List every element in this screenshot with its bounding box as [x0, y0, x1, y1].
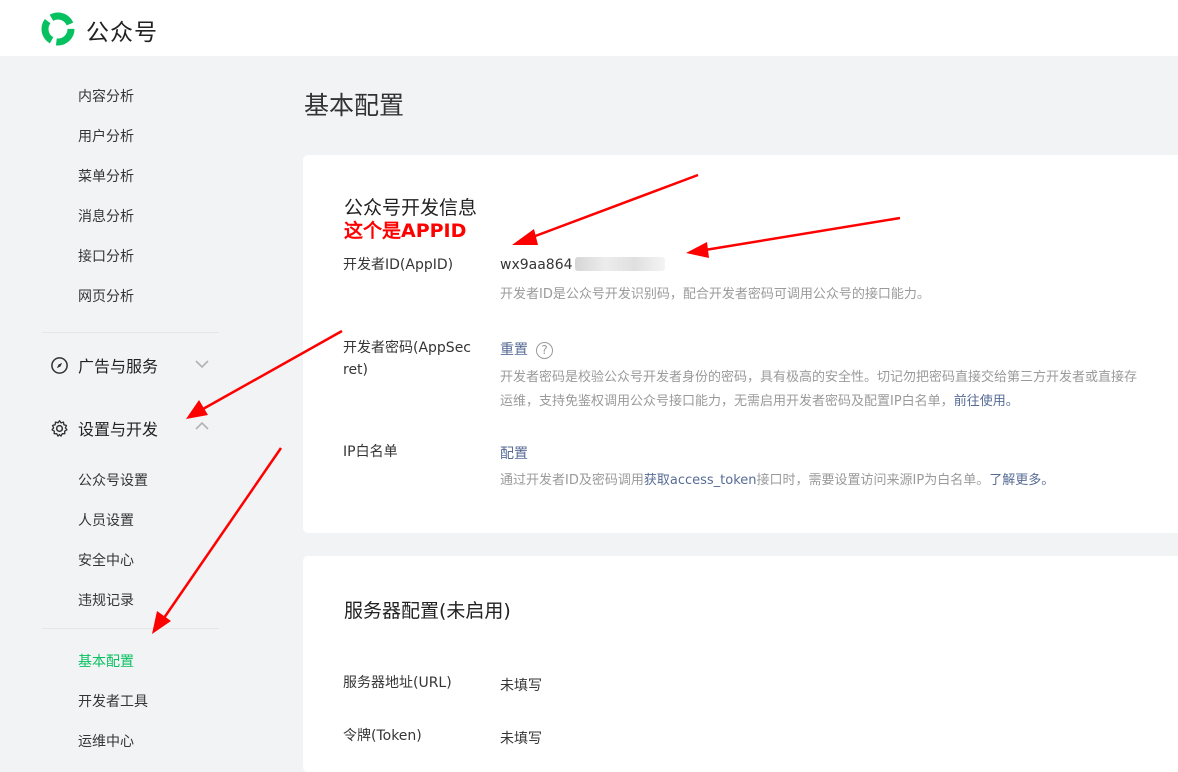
sidebar-item-menu-analysis[interactable]: 菜单分析 [78, 166, 134, 186]
sidebar-item-content-analysis[interactable]: 内容分析 [78, 86, 134, 106]
appsecret-actions: 重置? [500, 339, 553, 359]
appid-value-row: wx9aa864 [500, 257, 665, 273]
sidebar-item-violation-records[interactable]: 违规记录 [78, 590, 134, 610]
ip-whitelist-description: 通过开发者ID及密码调用获取access_token接口时，需要设置访问来源IP… [500, 469, 1054, 493]
sidebar-group-ads-services[interactable]: 广告与服务 [50, 353, 158, 377]
appid-label: 开发者ID(AppID) [343, 257, 454, 273]
chevron-down-icon[interactable] [193, 355, 211, 373]
brand-name[interactable]: 公众号 [86, 13, 158, 47]
sidebar-group-label: 广告与服务 [78, 357, 159, 376]
sidebar-group-label: 设置与开发 [78, 420, 159, 439]
sidebar-divider [42, 332, 219, 333]
sidebar-item-webpage-analysis[interactable]: 网页分析 [78, 286, 134, 306]
top-bar: 公众号 [0, 0, 1178, 56]
appsecret-description: 开发者密码是校验公众号开发者身份的密码，具有极高的安全性。切记勿把密码直接交给第… [500, 366, 1137, 414]
sidebar-item-basic-config[interactable]: 基本配置 [78, 651, 134, 671]
appsecret-desc-line2: 运维，支持免鉴权调用公众号接口能力，无需启用开发者密码及配置IP白名单，前往使用… [500, 390, 1137, 414]
sidebar-item-developer-tools[interactable]: 开发者工具 [78, 691, 148, 711]
sidebar-item-api-analysis[interactable]: 接口分析 [78, 246, 134, 266]
appid-value[interactable]: wx9aa864 [500, 257, 573, 273]
sidebar-item-personnel-settings[interactable]: 人员设置 [78, 510, 134, 530]
ip-whitelist-actions: 配置 [500, 443, 528, 463]
appsecret-label-line2: ret) [343, 362, 369, 378]
ip-whitelist-label: IP白名单 [343, 444, 398, 460]
ip-desc-post: 接口时，需要设置访问来源IP为白名单。 [756, 473, 990, 488]
sidebar-divider [42, 628, 219, 629]
sidebar-group-settings-dev[interactable]: 设置与开发 [50, 416, 158, 440]
appid-annotation: 这个是APPID [344, 220, 467, 242]
sidebar-item-user-analysis[interactable]: 用户分析 [78, 126, 134, 146]
go-use-link[interactable]: 前往使用。 [954, 394, 1019, 409]
appsecret-label-line1: 开发者密码(AppSec [343, 340, 472, 356]
appsecret-desc-line2-text: 运维，支持免鉴权调用公众号接口能力，无需启用开发者密码及配置IP白名单， [500, 394, 954, 409]
ip-desc-pre: 通过开发者ID及密码调用 [500, 473, 644, 488]
sidebar-item-account-settings[interactable]: 公众号设置 [78, 470, 148, 490]
sidebar [0, 56, 270, 772]
reset-secret-link[interactable]: 重置 [500, 342, 528, 358]
question-circle-icon[interactable]: ? [536, 342, 553, 359]
configure-ip-link[interactable]: 配置 [500, 446, 528, 462]
server-url-label: 服务器地址(URL) [343, 675, 452, 691]
sidebar-item-ops-center[interactable]: 运维中心 [78, 731, 134, 751]
appsecret-desc-line1: 开发者密码是校验公众号开发者身份的密码，具有极高的安全性。切记勿把密码直接交给第… [500, 370, 1138, 385]
token-value: 未填写 [500, 731, 542, 747]
page-title: 基本配置 [304, 91, 405, 120]
wechat-official-account-logo-icon[interactable] [40, 11, 76, 47]
server-url-value: 未填写 [500, 678, 542, 694]
gear-icon [51, 419, 68, 437]
token-label: 令牌(Token) [343, 728, 422, 744]
chevron-up-icon[interactable] [193, 417, 211, 435]
redacted-blur [574, 257, 665, 271]
sidebar-item-security-center[interactable]: 安全中心 [78, 550, 134, 570]
sidebar-item-message-analysis[interactable]: 消息分析 [78, 206, 134, 226]
compass-icon [51, 356, 68, 374]
server-config-card [303, 556, 1178, 772]
learn-more-link[interactable]: 了解更多。 [989, 473, 1054, 488]
access-token-text: 获取access_token [643, 473, 757, 488]
server-config-title: 服务器配置(未启用) [344, 600, 511, 622]
appsecret-label: 开发者密码(AppSec ret) [343, 337, 471, 381]
appid-description: 开发者ID是公众号开发识别码，配合开发者密码可调用公众号的接口能力。 [500, 287, 930, 302]
